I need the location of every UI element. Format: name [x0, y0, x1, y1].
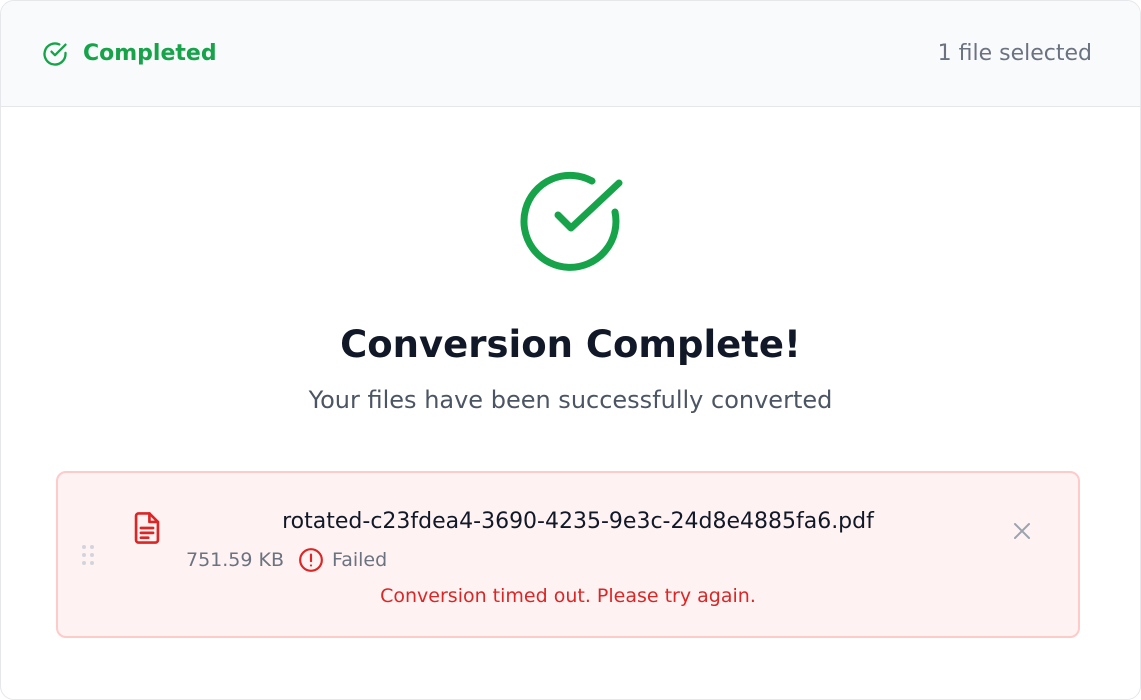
page-subtitle: Your files have been successfully conver… — [308, 386, 833, 414]
result-summary: Conversion Complete! Your files have bee… — [1, 167, 1140, 414]
status-indicator: Completed — [41, 40, 217, 68]
file-count: 1 file selected — [937, 41, 1092, 66]
alert-circle-icon — [299, 548, 323, 572]
status-label: Completed — [83, 41, 217, 66]
check-circle-icon — [519, 171, 622, 271]
file-size: 751.59 KB — [186, 549, 285, 571]
error-message: Conversion timed out. Please try again. — [380, 585, 756, 607]
drag-handle-icon[interactable] — [82, 545, 94, 565]
status-text: Failed — [332, 549, 388, 571]
file-name: rotated-c23fdea4-3690-4235-9e3c-24d8e488… — [282, 509, 874, 534]
check-circle-icon — [43, 41, 67, 66]
conversion-card: Completed 1 file selected Conversion Com… — [0, 0, 1141, 700]
card-header: Completed 1 file selected — [1, 1, 1140, 107]
file-document-icon — [134, 512, 160, 544]
file-meta: 751.59 KB Failed — [186, 547, 387, 573]
close-icon[interactable] — [1010, 519, 1034, 543]
page-title: Conversion Complete! — [340, 323, 801, 366]
file-list-item: rotated-c23fdea4-3690-4235-9e3c-24d8e488… — [56, 471, 1080, 638]
status-badge: Failed — [298, 547, 387, 573]
